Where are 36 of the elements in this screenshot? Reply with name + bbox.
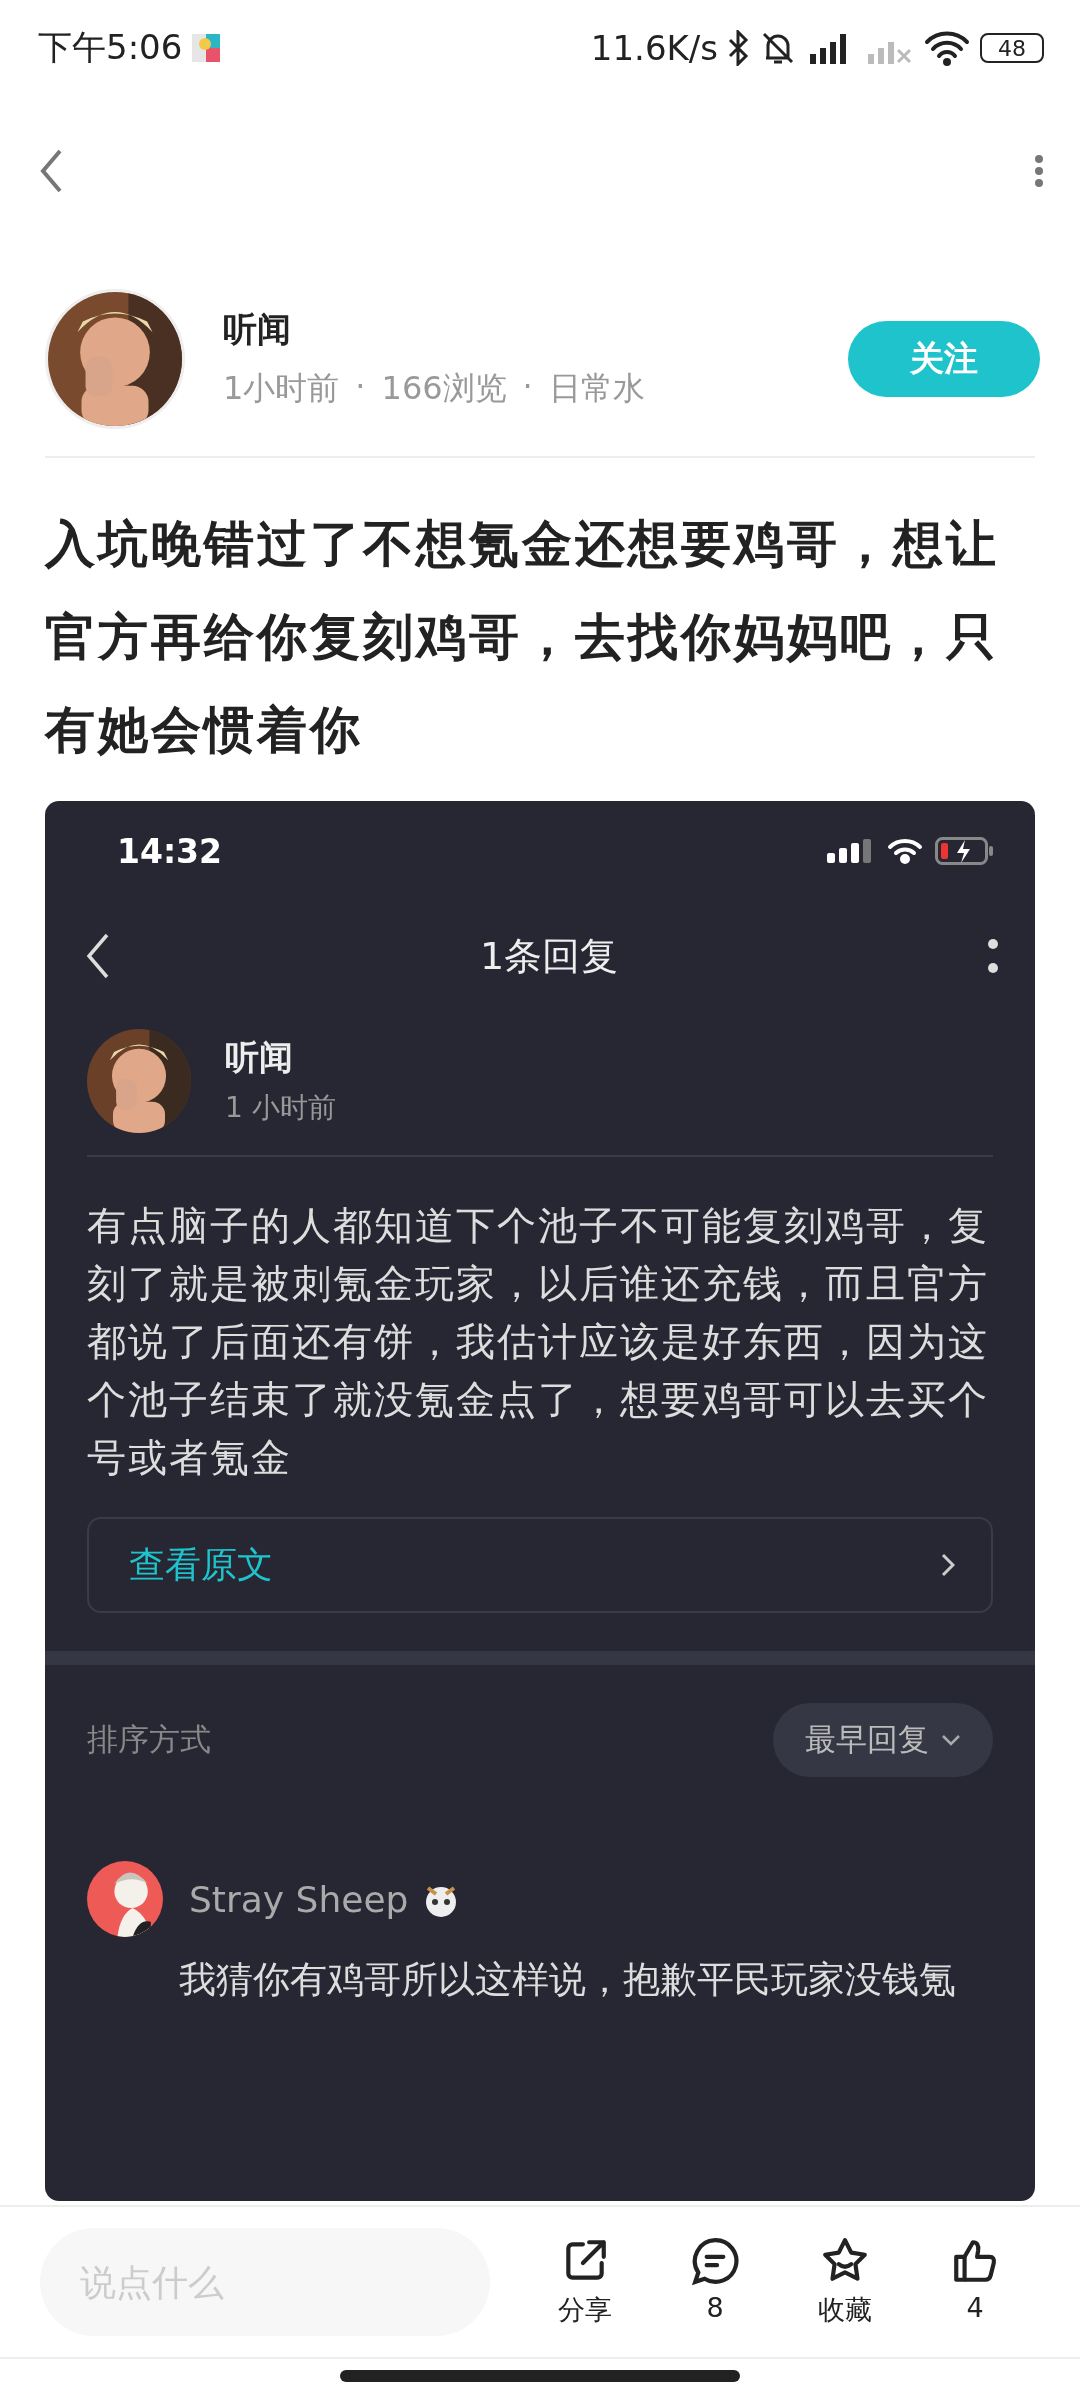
author-name: 听闻 [223, 308, 292, 351]
wifi-icon [924, 30, 970, 66]
post-meta: 日常水 [548, 368, 645, 409]
more-icon[interactable] [987, 938, 999, 974]
separator-dot: · [522, 367, 533, 407]
post-time: 1 小时前 [225, 1090, 336, 1126]
post-meta: 1小时前 [223, 368, 340, 409]
view-original-button[interactable]: 查看原文 [87, 1517, 993, 1613]
comment-button[interactable]: 8 [660, 2236, 770, 2328]
network-speed: 11.6K/s [590, 28, 718, 68]
post-meta: 166浏览 [381, 368, 507, 409]
author-name: 听闻 [225, 1036, 294, 1079]
favorite-button[interactable]: 收藏 [790, 2236, 900, 2328]
reply-text: 我猜你有鸡哥所以这样说，抱歉平民玩家没钱氪 [178, 1957, 957, 2003]
gallery-app-icon [192, 34, 221, 62]
reply-text: 有点脑子的人都知道下个池子不可能复刻鸡哥，复刻了就是被刺氪金玩家，以后谁还充钱，而且官方都说了后面还有饼，我估计应该是好东西，因为这个池子结束了就没氪金点了，想要鸡哥可以去买个号或者氪金 [86, 1202, 990, 1482]
chevron-right-icon [941, 1553, 955, 1577]
separator-dot: · [355, 367, 366, 407]
status-time: 下午5:06 [38, 26, 183, 69]
signal-icon [827, 839, 873, 863]
bluetooth-icon [728, 30, 750, 66]
post-title: 入坑晚错过了不想氪金还想要鸡哥，想让官方再给你复刻鸡哥，去找你妈妈吧，只有她会惯着你 [43, 514, 1000, 761]
share-button[interactable]: 分享 [530, 2236, 640, 2328]
status-time: 14:32 [117, 831, 223, 871]
bell-muted-icon [760, 30, 796, 66]
battery-icon: 48 [980, 33, 1044, 63]
page-title: 1条回复 [478, 932, 620, 980]
sort-label: 排序方式 [87, 1720, 211, 1759]
comment-icon [690, 2236, 740, 2286]
like-button[interactable]: 4 [920, 2236, 1030, 2328]
user-name: Stray Sheep [189, 1878, 409, 1920]
sort-dropdown[interactable]: 最早回复 [773, 1703, 993, 1777]
chevron-down-icon [941, 1734, 961, 1746]
battery-charging-icon [935, 837, 995, 865]
back-icon[interactable] [85, 933, 111, 979]
wifi-icon [887, 838, 923, 864]
